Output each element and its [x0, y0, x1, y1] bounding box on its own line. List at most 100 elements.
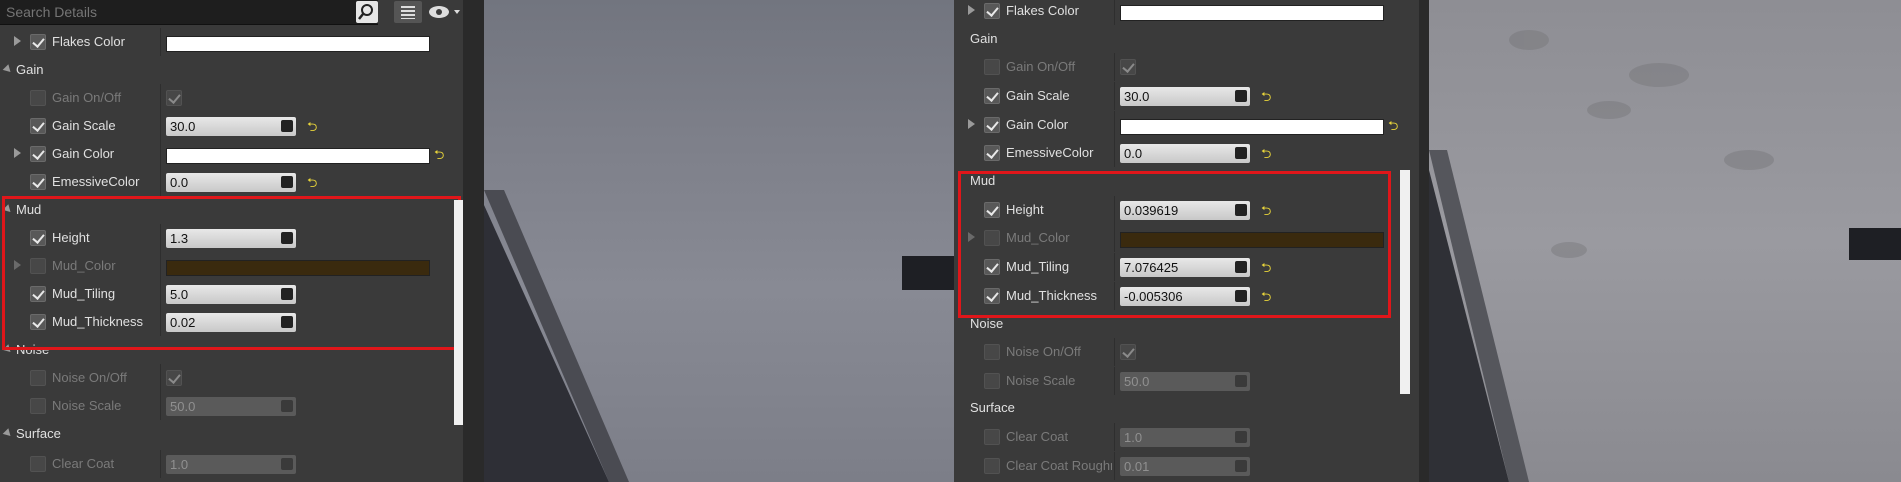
- viewport-right[interactable]: [1429, 0, 1901, 482]
- section-surface-label: Surface: [16, 426, 61, 441]
- noise-onoff-value-checkbox[interactable]: [1120, 344, 1136, 360]
- divider: [1114, 338, 1115, 366]
- search-input[interactable]: [2, 2, 355, 21]
- noise-scale-value: 50.0: [1124, 374, 1150, 389]
- divider: [1114, 53, 1115, 81]
- viewport-left[interactable]: [484, 0, 954, 482]
- gain-scale-checkbox[interactable]: [984, 88, 1000, 104]
- flakes-color-swatch[interactable]: [166, 36, 430, 52]
- gain-scale-label: Gain Scale: [1006, 88, 1070, 103]
- divider: [160, 168, 161, 196]
- row-gain-scale: Gain Scale 30.0 ⮌: [0, 112, 463, 140]
- gain-scale-input[interactable]: 30.0: [166, 117, 296, 136]
- emessive-checkbox[interactable]: [30, 174, 46, 190]
- separator: [463, 0, 484, 482]
- divider: [160, 450, 161, 478]
- scrollbar[interactable]: [1400, 170, 1410, 394]
- gain-scale-value: 30.0: [170, 119, 196, 134]
- row-noise-scale: Noise Scale 50.0: [0, 392, 463, 420]
- section-surface[interactable]: Surface: [954, 394, 1430, 422]
- clear-coat-label: Clear Coat: [1006, 429, 1069, 444]
- gain-color-swatch[interactable]: [166, 148, 430, 164]
- separator: [1419, 0, 1429, 482]
- flakes-color-swatch[interactable]: [1120, 5, 1384, 21]
- gain-scale-checkbox[interactable]: [30, 118, 46, 134]
- divider: [1114, 367, 1115, 395]
- flakes-color-label: Flakes Color: [1006, 3, 1079, 18]
- row-gain-color: Gain Color ⮌: [954, 111, 1430, 139]
- spin-icon[interactable]: [1235, 147, 1247, 159]
- spin-icon[interactable]: [281, 176, 293, 188]
- emessive-checkbox[interactable]: [984, 145, 1000, 161]
- divider: [160, 364, 161, 392]
- search-icon[interactable]: [356, 1, 378, 23]
- spin-icon[interactable]: [281, 400, 293, 412]
- emessive-input[interactable]: 0.0: [166, 173, 296, 192]
- noise-scale-input[interactable]: 50.0: [166, 397, 296, 416]
- spin-icon[interactable]: [281, 120, 293, 132]
- gain-onoff-value-checkbox[interactable]: [1120, 59, 1136, 75]
- clear-coat-checkbox[interactable]: [984, 429, 1000, 445]
- clear-coat-roughness-checkbox[interactable]: [984, 458, 1000, 474]
- noise-scale-input[interactable]: 50.0: [1120, 372, 1250, 391]
- divider: [1114, 82, 1115, 110]
- row-gain-color: Gain Color ⮌: [0, 140, 463, 168]
- divider: [1114, 0, 1115, 25]
- section-gain-label: Gain: [16, 62, 44, 77]
- spin-icon[interactable]: [1235, 375, 1247, 387]
- spin-icon[interactable]: [281, 458, 293, 470]
- spin-icon[interactable]: [1235, 431, 1247, 443]
- gain-color-swatch[interactable]: [1120, 119, 1384, 135]
- noise-onoff-label: Noise On/Off: [1006, 344, 1081, 359]
- clear-coat-roughness-input[interactable]: 0.01: [1120, 457, 1250, 476]
- reset-arrow-icon[interactable]: ⮌: [1261, 88, 1271, 110]
- spin-icon[interactable]: [1235, 460, 1247, 472]
- row-gain-scale: Gain Scale 30.0 ⮌: [954, 82, 1430, 110]
- mud-highlight-box: [2, 196, 461, 350]
- reset-arrow-icon[interactable]: ⮌: [1388, 117, 1398, 139]
- section-gain[interactable]: Gain: [0, 56, 463, 84]
- expand-arrow-icon[interactable]: [968, 5, 975, 15]
- noise-onoff-override-checkbox[interactable]: [30, 370, 46, 386]
- noise-onoff-value-checkbox[interactable]: [166, 370, 182, 386]
- scrollbar[interactable]: [454, 200, 463, 425]
- mud-highlight-box: [958, 171, 1391, 318]
- clear-coat-input[interactable]: 1.0: [1120, 428, 1250, 447]
- eye-icon[interactable]: [426, 1, 462, 23]
- gain-color-label: Gain Color: [52, 146, 115, 161]
- divider: [160, 84, 161, 112]
- emessive-input[interactable]: 0.0: [1120, 144, 1250, 163]
- gain-onoff-override-checkbox[interactable]: [30, 90, 46, 106]
- clear-coat-checkbox[interactable]: [30, 456, 46, 472]
- noise-scale-checkbox[interactable]: [984, 373, 1000, 389]
- collapse-arrow-icon[interactable]: [2, 428, 14, 439]
- reset-arrow-icon[interactable]: ⮌: [1261, 145, 1271, 167]
- expand-arrow-icon[interactable]: [14, 36, 21, 46]
- reset-arrow-icon[interactable]: ⮌: [307, 118, 317, 140]
- gain-onoff-override-checkbox[interactable]: [984, 59, 1000, 75]
- gain-onoff-value-checkbox[interactable]: [166, 90, 182, 106]
- flakes-color-checkbox[interactable]: [984, 3, 1000, 19]
- reset-arrow-icon[interactable]: ⮌: [307, 174, 317, 196]
- grid-icon[interactable]: [394, 1, 422, 23]
- spin-icon[interactable]: [1235, 90, 1247, 102]
- collapse-arrow-icon[interactable]: [2, 64, 14, 75]
- expand-arrow-icon[interactable]: [968, 119, 975, 129]
- row-clear-coat: Clear Coat 1.0: [0, 450, 463, 478]
- reset-arrow-icon[interactable]: ⮌: [434, 146, 444, 168]
- gain-color-checkbox[interactable]: [30, 146, 46, 162]
- gain-color-checkbox[interactable]: [984, 117, 1000, 133]
- noise-onoff-override-checkbox[interactable]: [984, 344, 1000, 360]
- clear-coat-roughness-value: 0.01: [1124, 459, 1150, 474]
- noise-scale-checkbox[interactable]: [30, 398, 46, 414]
- noise-onoff-label: Noise On/Off: [52, 370, 127, 385]
- section-surface[interactable]: Surface: [0, 420, 463, 448]
- clear-coat-input[interactable]: 1.0: [166, 455, 296, 474]
- expand-arrow-icon[interactable]: [14, 148, 21, 158]
- flakes-color-checkbox[interactable]: [30, 34, 46, 50]
- gain-onoff-label: Gain On/Off: [1006, 59, 1076, 74]
- noise-scale-label: Noise Scale: [1006, 373, 1076, 388]
- gain-scale-input[interactable]: 30.0: [1120, 87, 1250, 106]
- row-emessive: EmessiveColor 0.0 ⮌: [954, 139, 1430, 167]
- section-gain[interactable]: Gain: [954, 25, 1430, 53]
